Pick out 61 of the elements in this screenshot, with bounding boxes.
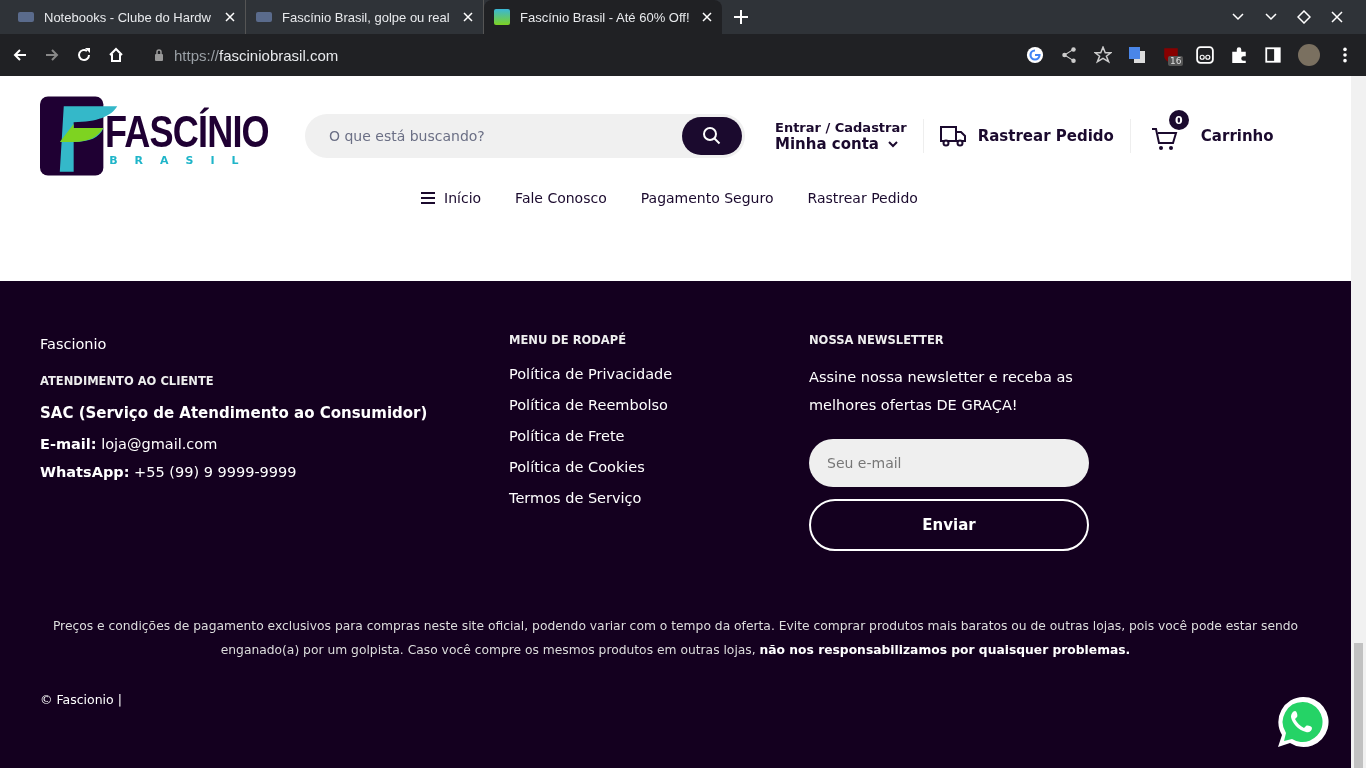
glasses-icon[interactable] — [1196, 46, 1214, 64]
footer-link[interactable]: Termos de Serviço — [509, 487, 673, 509]
section-heading: ATENDIMENTO AO CLIENTE — [40, 374, 214, 388]
footer-link[interactable]: Política de Frete — [509, 425, 673, 447]
cart-link[interactable]: Carrinho — [1200, 127, 1274, 145]
google-icon[interactable] — [1026, 46, 1044, 64]
footer-link[interactable]: Política de Reembolso — [509, 394, 673, 416]
chat-bubble-icon[interactable] — [1275, 694, 1331, 750]
search-button[interactable] — [682, 117, 742, 155]
new-tab-icon[interactable] — [734, 10, 748, 24]
star-icon[interactable] — [1094, 46, 1112, 64]
profile-avatar[interactable] — [1298, 44, 1320, 66]
nav-link[interactable]: Início — [421, 190, 482, 206]
footer-link[interactable]: Política de Cookies — [509, 456, 673, 478]
browser-tab[interactable]: Fascínio Brasil - Até 60% Off! — [484, 0, 722, 34]
back-icon[interactable] — [12, 47, 28, 63]
sac-title: SAC (Serviço de Atendimento ao Consumidor) — [40, 404, 428, 422]
favicon-icon — [18, 12, 34, 22]
nav-link[interactable]: Pagamento Seguro — [640, 190, 774, 206]
favicon-icon — [256, 12, 272, 22]
footer-brand: Fascionio — [40, 336, 107, 352]
reload-icon[interactable] — [76, 47, 92, 63]
close-icon[interactable] — [1330, 10, 1344, 24]
copyright-text: © Fascionio | — [40, 692, 122, 707]
section-heading: NOSSA NEWSLETTER — [809, 333, 944, 347]
contact-line: WhatsApp: +55 (99) 9 9999-9999 — [40, 463, 297, 482]
close-icon[interactable] — [225, 12, 235, 22]
puzzle-icon[interactable] — [1230, 46, 1248, 64]
extension-badge: 16 — [1168, 56, 1184, 66]
account-menu[interactable]: Minha conta — [775, 134, 907, 153]
search-field[interactable]: O que está buscando? — [305, 114, 745, 158]
nav-link[interactable]: Rastrear Pedido — [807, 190, 918, 206]
forward-icon[interactable] — [44, 47, 60, 63]
truck-icon[interactable] — [939, 124, 966, 148]
cart-icon[interactable] — [1150, 126, 1179, 152]
lock-icon — [154, 49, 164, 61]
disclaimer-text: Preços e condições de pagamento exclusivos para compras neste site oficial, podendo variar com o tempo da oferta. Evite comprar produtos mais baratos ou de outras lojas, pois você pode estar sendo enganado(a) por um golpista. Caso você compre os mesmos produtos em outras lojas, não nos responsabilizamos por quaisquer problemas. — [51, 618, 1300, 659]
share-icon[interactable] — [1060, 46, 1078, 64]
track-order-link[interactable]: Rastrear Pedido — [977, 127, 1114, 145]
maximize-icon[interactable] — [1297, 10, 1311, 24]
footer-link[interactable]: Política de Privacidade — [509, 363, 673, 385]
contact-line: E-mail: loja@gmail.com — [40, 435, 219, 454]
site-logo[interactable]: FASCÍNIO BRASIL — [40, 96, 305, 176]
translate-icon[interactable] — [1128, 46, 1146, 64]
email-field[interactable]: Seu e-mail — [809, 439, 1089, 487]
side-panel-icon[interactable] — [1264, 46, 1282, 64]
browser-tab[interactable]: Notebooks - Clube do Hardw — [8, 0, 246, 34]
subscribe-button[interactable]: Enviar — [809, 499, 1089, 551]
newsletter-text: Assine nossa newsletter e receba as melhores ofertas DE GRAÇA! — [809, 368, 1074, 415]
menu-icon — [421, 192, 436, 204]
cart-count-badge: 0 — [1168, 110, 1189, 130]
close-icon[interactable] — [463, 12, 473, 22]
browser-tab[interactable]: Fascínio Brasil, golpe ou real — [246, 0, 484, 34]
favicon-icon — [494, 9, 510, 25]
close-icon[interactable] — [702, 12, 712, 22]
nav-link[interactable]: Fale Conosco — [515, 190, 607, 206]
address-bar[interactable]: https://fasciniobrasil.com — [146, 40, 347, 70]
login-link[interactable]: Entrar / Cadastrar — [775, 119, 907, 135]
section-heading: MENU DE RODAPÉ — [509, 333, 627, 347]
search-icon — [702, 126, 722, 146]
home-icon[interactable] — [108, 47, 124, 63]
